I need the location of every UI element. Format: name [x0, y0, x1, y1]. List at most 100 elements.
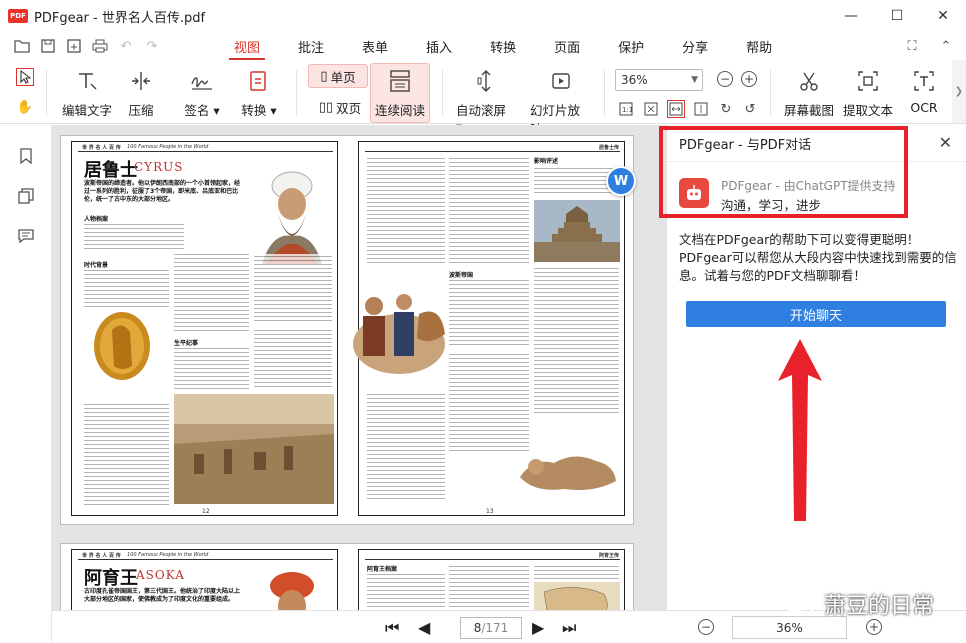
screenshot-button[interactable]: 屏幕截图	[784, 68, 834, 119]
chat-intro-text: 文档在PDFgear的帮助下可以变得更聪明！PDFgear可以帮您从大段内容中快…	[679, 232, 957, 283]
menu-row: ↶ ↷ 视图 批注 表单 插入 转换 页面 保护 分享 帮助 ⛶ ⌃	[0, 32, 966, 60]
page-number-input[interactable]: 8/171	[460, 617, 522, 639]
chat-bubble-icon[interactable]: W	[606, 166, 636, 196]
maximize-button[interactable]: ☐	[874, 0, 920, 32]
title-bar: PDF PDFgear - 世界名人百传.pdf — ☐ ✕	[0, 0, 966, 32]
window-title: PDFgear - 世界名人百传.pdf	[34, 10, 206, 26]
intro-text: 古印度孔雀帝国国王，第三代国王。他统治了印度大陆以上大部分地区的国家，使佛教成为…	[84, 588, 241, 603]
actual-size-icon[interactable]: 1:1	[617, 100, 635, 118]
save-icon[interactable]	[38, 36, 58, 56]
edit-text-button[interactable]: 编辑文字	[60, 68, 114, 119]
double-page-label: 双页	[336, 101, 362, 116]
edit-text-label: 编辑文字	[61, 103, 112, 118]
single-page-icon: ▯	[320, 68, 328, 84]
menu-item-7[interactable]: 分享	[663, 32, 727, 60]
compress-label: 压缩	[128, 103, 154, 118]
double-page-button[interactable]: ▯▯ 双页	[312, 98, 368, 117]
page-spread: 世 界 名 人 百 传 100 Famous People in the Wor…	[60, 135, 634, 525]
page-header-en: 100 Famous People in the World	[127, 144, 209, 150]
auto-scroll-icon	[473, 68, 499, 94]
sign-button[interactable]: 签名 ▾	[182, 68, 222, 119]
first-page-icon[interactable]: ⏮	[385, 618, 399, 638]
sign-label: 签名 ▾	[184, 103, 220, 118]
menu-item-1[interactable]: 批注	[279, 32, 343, 60]
ocr-button[interactable]: OCR	[906, 68, 942, 115]
document-view[interactable]: 世 界 名 人 百 传 100 Famous People in the Wor…	[52, 125, 666, 610]
article-title-en: CYRUS	[134, 160, 184, 174]
continuous-read-button[interactable]: 连续阅读	[370, 63, 430, 123]
select-cursor-icon[interactable]	[16, 68, 34, 86]
statue-photo-image	[520, 456, 616, 490]
bot-name: PDFgear - 由ChatGPT提供支持	[721, 179, 896, 193]
start-chat-button[interactable]: 开始聊天	[686, 301, 946, 327]
rotate-counterclockwise-icon[interactable]: ↺	[741, 100, 759, 118]
menu-item-3[interactable]: 插入	[407, 32, 471, 60]
toolbar-scroll-right-icon[interactable]: ❯	[952, 60, 966, 123]
signature-icon	[189, 68, 215, 94]
undo-icon[interactable]: ↶	[116, 36, 136, 56]
ruins-photo-image	[174, 394, 334, 504]
current-page: 8	[473, 621, 482, 635]
gold-coin-image	[94, 312, 150, 380]
compress-icon	[128, 68, 154, 94]
article-title: 阿育王	[84, 568, 138, 589]
screenshot-label: 屏幕截图	[784, 103, 835, 118]
menu-item-5[interactable]: 页面	[535, 32, 599, 60]
compress-button[interactable]: 压缩	[124, 68, 158, 119]
bookmark-icon[interactable]	[17, 147, 35, 165]
intro-text: 波斯帝国的缔造者。他以伊朗西南部的一个小首领起家，经过一系列的胜利，征服了3个帝…	[84, 180, 241, 203]
zoom-in-icon[interactable]: +	[741, 71, 757, 87]
menu-item-2[interactable]: 表单	[343, 32, 407, 60]
page-next-left: 世 界 名 人 百 传 100 Famous People in the Wor…	[71, 549, 338, 610]
bot-tagline: 沟通，学习，进步	[721, 198, 822, 213]
comments-icon[interactable]	[17, 227, 35, 245]
single-page-button[interactable]: ▯ 单页	[308, 64, 368, 88]
continuous-read-icon	[387, 68, 413, 94]
rotate-clockwise-icon[interactable]: ↻	[717, 100, 735, 118]
open-folder-icon[interactable]	[12, 36, 32, 56]
zoom-select[interactable]: 36% ▼	[615, 69, 703, 91]
save-as-icon[interactable]	[64, 36, 84, 56]
close-button[interactable]: ✕	[920, 0, 966, 32]
convert-icon	[246, 68, 272, 94]
figures-illustration-image	[353, 294, 445, 374]
zoom-out-bottom-icon[interactable]: −	[698, 619, 714, 635]
left-sidebar	[0, 125, 52, 643]
last-page-icon[interactable]: ⏭	[562, 618, 576, 638]
single-page-label: 单页	[330, 69, 356, 85]
menu-item-6[interactable]: 保护	[599, 32, 663, 60]
page-number: 13	[486, 508, 494, 515]
convert-button[interactable]: 转换 ▾	[238, 68, 280, 119]
page-12: 世 界 名 人 百 传 100 Famous People in the Wor…	[71, 141, 338, 516]
fullscreen-icon[interactable]: ⛶	[902, 36, 922, 56]
minimize-button[interactable]: —	[828, 0, 874, 32]
redo-icon[interactable]: ↷	[142, 36, 162, 56]
extract-text-label: 提取文本	[843, 103, 894, 118]
document-scrollbar[interactable]	[658, 125, 664, 610]
page-header: 世 界 名 人 百 传	[82, 145, 121, 151]
page-header: 阿育王传	[599, 553, 620, 559]
zoom-in-bottom-icon[interactable]: +	[866, 619, 882, 635]
menu-item-4[interactable]: 转换	[471, 32, 535, 60]
next-page-icon[interactable]: ▶	[532, 618, 544, 637]
extract-text-icon	[855, 68, 881, 94]
menu-item-0[interactable]: 视图	[215, 32, 279, 60]
collapse-ribbon-icon[interactable]: ⌃	[936, 36, 956, 56]
fit-page-icon[interactable]	[642, 100, 660, 118]
extract-text-button[interactable]: 提取文本	[843, 68, 893, 119]
double-page-icon: ▯▯	[318, 100, 334, 115]
page-header: 居鲁士传	[599, 145, 620, 151]
asoka-portrait-image	[270, 572, 314, 610]
menu-item-8[interactable]: 帮助	[727, 32, 791, 60]
zoom-out-icon[interactable]: −	[717, 71, 733, 87]
close-chat-icon[interactable]: ✕	[939, 133, 952, 152]
bot-info-card: PDFgear - 由ChatGPT提供支持 沟通，学习，进步	[679, 175, 904, 215]
thumbnails-icon[interactable]	[17, 187, 35, 205]
previous-page-icon[interactable]: ◀	[418, 618, 430, 637]
fit-height-icon[interactable]	[692, 100, 710, 118]
fit-width-icon[interactable]	[667, 100, 685, 118]
hand-tool-icon[interactable]: ✋	[16, 98, 34, 116]
section-heading: 影响评述	[534, 158, 559, 165]
print-icon[interactable]	[90, 36, 110, 56]
ocr-label: OCR	[910, 100, 938, 115]
